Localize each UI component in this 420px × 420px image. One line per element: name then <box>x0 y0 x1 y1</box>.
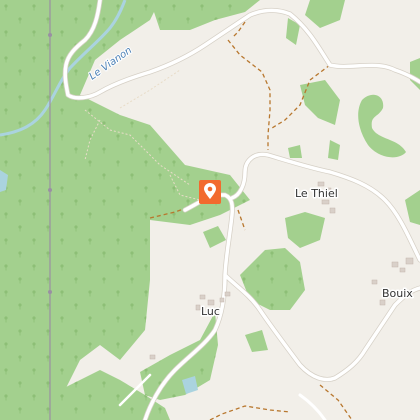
place-label-le-thiel: Le Thiel <box>295 187 338 200</box>
map-view[interactable]: Le Vianon Le Thiel Luc Bouix <box>0 0 420 420</box>
place-label-luc: Luc <box>201 305 220 318</box>
place-label-bouix: Bouix <box>382 287 413 300</box>
location-marker[interactable] <box>199 180 221 204</box>
